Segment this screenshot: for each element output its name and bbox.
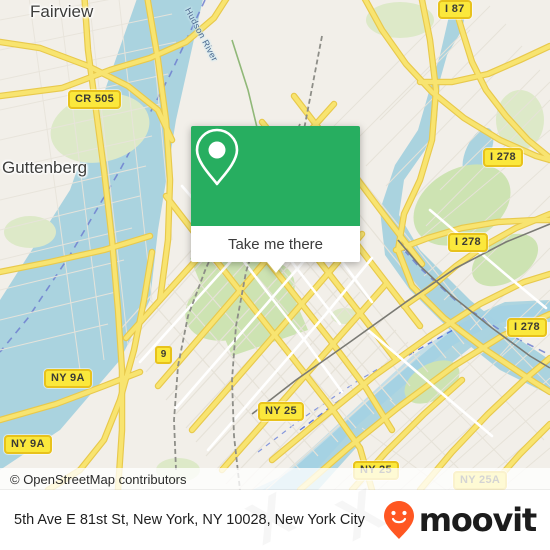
map-attribution: © OpenStreetMap contributors xyxy=(0,468,550,490)
address-text: 5th Ave E 81st St, New York, NY 10028, N… xyxy=(14,511,365,528)
map-screen: Fairview Guttenberg Hudson River CR 505 … xyxy=(0,0,550,550)
popup-action-label: Take me there xyxy=(227,235,324,253)
popup-action[interactable]: Take me there xyxy=(191,226,360,262)
moovit-wordmark: moovit xyxy=(418,501,537,539)
highway-shield: I 87 xyxy=(438,0,472,19)
popup-header xyxy=(191,126,360,226)
highway-shield: I 278 xyxy=(507,318,547,337)
location-popup[interactable]: Take me there xyxy=(191,126,360,273)
bottom-bar: X X 5th Ave E 81st St, New York, NY 1002… xyxy=(0,490,550,550)
highway-shield: I 278 xyxy=(448,233,488,252)
highway-shield: I 278 xyxy=(483,148,523,167)
highway-shield-small: 9 xyxy=(155,346,172,364)
moovit-pin-icon xyxy=(383,501,414,539)
map-canvas[interactable]: Fairview Guttenberg Hudson River CR 505 … xyxy=(0,0,550,490)
highway-shield: NY 9A xyxy=(44,369,92,388)
attribution-text: © OpenStreetMap contributors xyxy=(10,471,187,487)
moovit-logo: moovit xyxy=(382,500,550,540)
highway-shield: NY 9A xyxy=(4,435,52,454)
highway-shield: NY 25 xyxy=(258,402,304,421)
highway-shield: CR 505 xyxy=(68,90,122,109)
map-pin-icon xyxy=(195,128,239,186)
popup-pointer xyxy=(266,262,285,273)
